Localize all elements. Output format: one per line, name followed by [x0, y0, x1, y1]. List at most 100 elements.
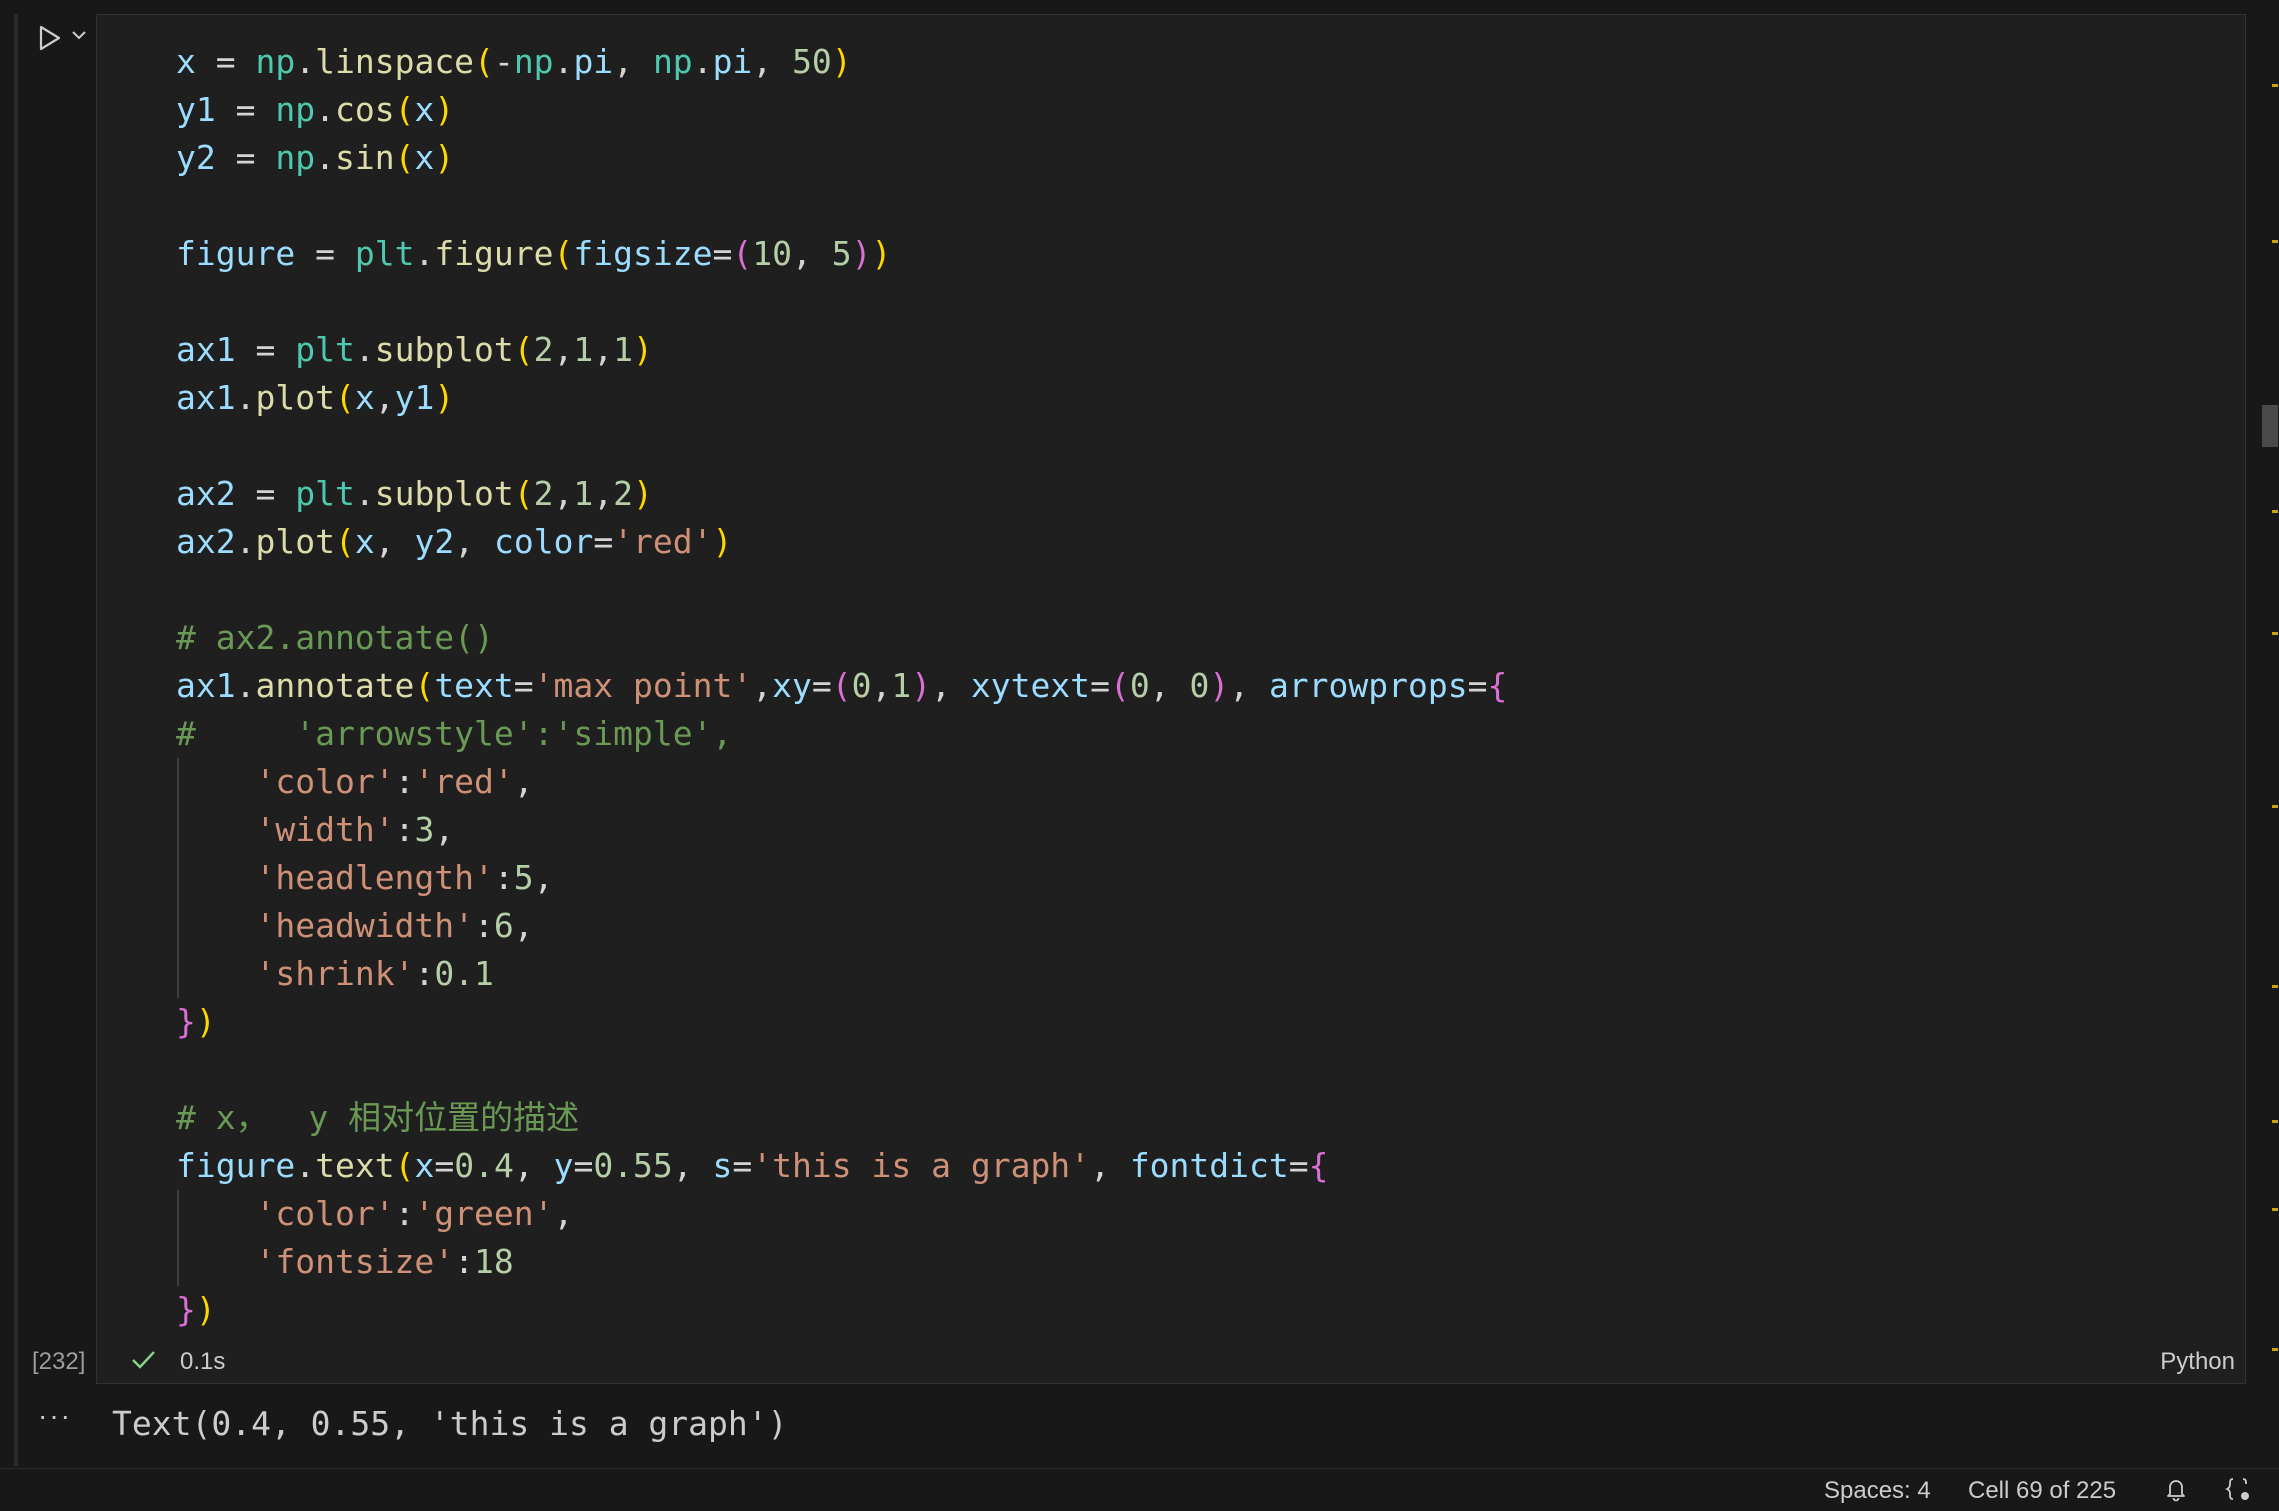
- code-token: (: [334, 522, 355, 561]
- code-token: ,: [553, 330, 574, 369]
- code-token: .: [414, 234, 435, 273]
- code-token: ax2: [176, 474, 236, 513]
- code-token: y1: [176, 90, 216, 129]
- code-line: # 'arrowstyle':'simple',: [176, 710, 1507, 758]
- code-token: =: [573, 1146, 594, 1185]
- code-token: 50: [792, 42, 832, 81]
- code-token: :: [394, 762, 415, 801]
- code-token: text: [434, 666, 514, 705]
- scrollbar-thumb[interactable]: [2262, 405, 2278, 447]
- braces-icon[interactable]: [2224, 1475, 2254, 1503]
- output-actions-button[interactable]: ···: [38, 1400, 72, 1432]
- code-token: =: [295, 234, 355, 273]
- code-token: 1: [573, 474, 594, 513]
- code-token: 3: [414, 810, 435, 849]
- code-token: s: [712, 1146, 733, 1185]
- code-token: .: [354, 474, 375, 513]
- code-token: 0.55: [593, 1146, 673, 1185]
- code-token: plot: [255, 378, 335, 417]
- code-token: ,: [593, 330, 614, 369]
- code-token: .: [315, 138, 335, 177]
- code-token: 'headlength': [255, 858, 494, 897]
- code-token: ax1: [176, 330, 236, 369]
- code-token: subplot: [374, 474, 514, 513]
- cell-position-status[interactable]: Cell 69 of 225: [1968, 1477, 2116, 1505]
- code-token: xy: [772, 666, 812, 705]
- code-token: 0: [1189, 666, 1210, 705]
- code-token: =: [434, 1146, 455, 1185]
- code-token: .: [235, 378, 256, 417]
- code-token: =: [1288, 1146, 1309, 1185]
- cell-status-row: [232] 0.1s Python: [0, 1340, 2279, 1384]
- code-token: arrowprops: [1268, 666, 1468, 705]
- code-token: linspace: [315, 42, 475, 81]
- code-token: pi: [712, 42, 753, 81]
- code-token: (: [394, 90, 415, 129]
- code-token: ,: [593, 474, 614, 513]
- code-token: ,: [513, 906, 534, 945]
- play-icon: [39, 25, 61, 51]
- run-cell-button[interactable]: [32, 20, 68, 56]
- code-token: ,: [374, 378, 395, 417]
- code-token: ,: [454, 522, 494, 561]
- code-token: (: [394, 138, 415, 177]
- code-token: (: [831, 666, 852, 705]
- code-editor[interactable]: x = np.linspace(-np.pi, np.pi, 50) y1 = n…: [176, 38, 1507, 1334]
- code-token: -: [493, 42, 514, 81]
- code-token: 'fontsize': [255, 1242, 455, 1281]
- run-options-button[interactable]: [68, 24, 90, 46]
- scrollbar[interactable]: [2262, 14, 2278, 1464]
- chevron-down-icon: [72, 31, 86, 40]
- code-token: ax2: [176, 522, 236, 561]
- code-token: color: [493, 522, 594, 561]
- code-token: x: [354, 378, 375, 417]
- cell-language[interactable]: Python: [2160, 1348, 2235, 1376]
- code-token: (: [513, 474, 534, 513]
- code-token: 'green': [414, 1194, 554, 1233]
- code-token: ): [851, 234, 872, 273]
- code-token: ): [1209, 666, 1230, 705]
- code-token: ,: [374, 522, 415, 561]
- code-token: ): [195, 1002, 216, 1041]
- code-token: ): [633, 330, 653, 369]
- code-token: :: [394, 1194, 415, 1233]
- status-bar: Spaces: 4 Cell 69 of 225: [0, 1468, 2279, 1511]
- code-token: }: [176, 1002, 196, 1041]
- code-token: x: [414, 1146, 435, 1185]
- code-line: 'shrink':0.1: [176, 950, 1507, 998]
- code-token: }: [176, 1290, 196, 1329]
- code-token: 6: [493, 906, 514, 945]
- overview-ruler-mark: [2272, 240, 2278, 243]
- bell-icon[interactable]: [2162, 1475, 2190, 1503]
- code-token: xytext: [970, 666, 1091, 705]
- code-token: 'color': [255, 762, 395, 801]
- code-token: .: [235, 666, 256, 705]
- code-token: =: [732, 1146, 753, 1185]
- code-token: (: [334, 378, 355, 417]
- execution-duration: 0.1s: [180, 1348, 226, 1375]
- indentation-status[interactable]: Spaces: 4: [1824, 1477, 1931, 1505]
- code-token: ): [434, 378, 455, 417]
- code-token: =: [1467, 666, 1488, 705]
- code-token: :: [474, 906, 494, 945]
- code-token: .: [692, 42, 713, 81]
- code-token: 0: [1129, 666, 1150, 705]
- code-token: .: [315, 90, 335, 129]
- code-token: figure: [176, 1146, 296, 1185]
- code-token: # 'arrowstyle':'simple',: [176, 714, 733, 753]
- code-token: ,: [533, 858, 554, 897]
- code-token: np: [275, 138, 316, 177]
- overview-ruler-mark: [2272, 985, 2278, 988]
- overview-ruler-mark: [2272, 805, 2278, 808]
- code-token: =: [811, 666, 832, 705]
- code-token: 'red': [414, 762, 514, 801]
- code-token: ): [831, 42, 852, 81]
- code-token: =: [513, 666, 534, 705]
- code-line: 'color':'red',: [176, 758, 1507, 806]
- overview-ruler-mark: [2272, 510, 2278, 513]
